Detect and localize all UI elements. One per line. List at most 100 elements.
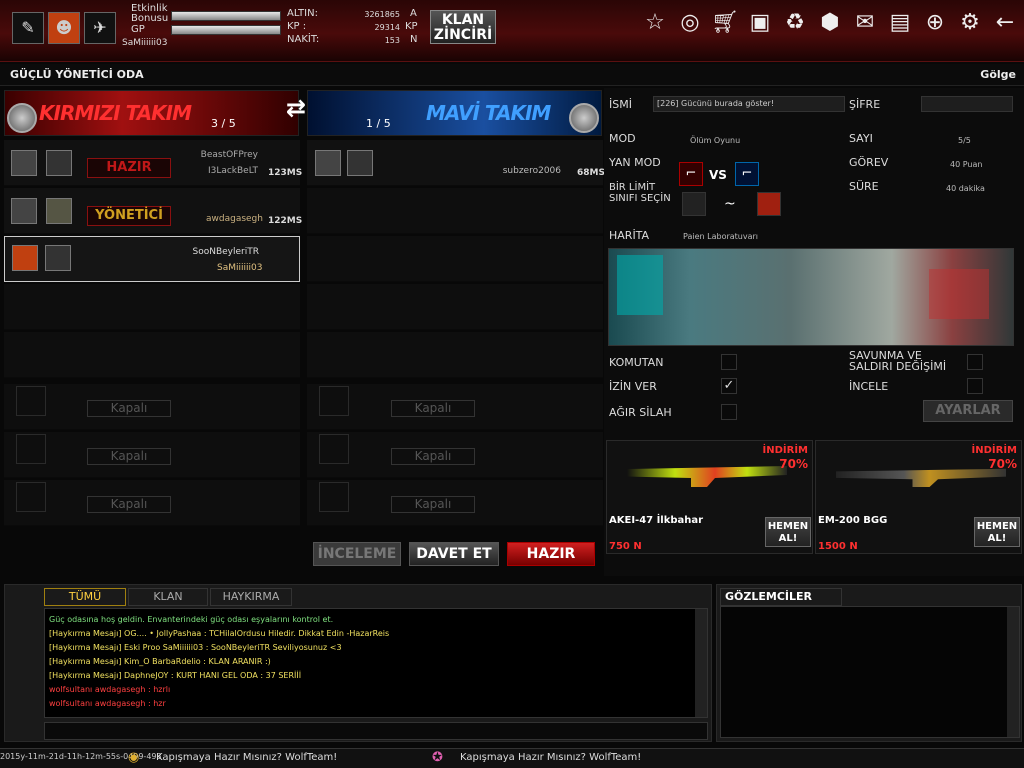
altin-label: ALTIN: [287, 8, 318, 19]
red-slot-4[interactable] [4, 284, 300, 330]
notes-icon[interactable]: ✎ [12, 12, 44, 44]
observers-label: GÖZLEMCİLER [720, 588, 842, 606]
count-label: SAYI [849, 132, 873, 145]
buy-now-button[interactable]: HEMEN AL! [765, 517, 811, 547]
ticker-icon-2: ✪ [432, 750, 443, 765]
blue-slot-1[interactable]: subzero2006 68MS [307, 140, 605, 186]
player-avatar [11, 150, 37, 176]
tab-all[interactable]: TÜMÜ [44, 588, 126, 606]
red-slot-2[interactable]: YÖNETİCİ awdagasegh 122MS [4, 188, 302, 234]
map-preview[interactable] [608, 248, 1014, 346]
swap-checkbox[interactable] [967, 354, 983, 370]
mode-value[interactable]: Ölüm Oyunu [690, 136, 740, 145]
slot-checkbox[interactable] [16, 482, 46, 512]
inspect-checkbox[interactable] [967, 378, 983, 394]
red-slot-3-self[interactable]: SooNBeyleriTR SaMiiiiii03 [4, 236, 300, 282]
map-value[interactable]: Paien Laboratuvarı [683, 232, 758, 241]
red-closed-2[interactable]: Kapalı [4, 432, 300, 478]
closed-label: Kapalı [87, 400, 171, 417]
nakit-value: 153 [384, 36, 400, 45]
shop-item-em200[interactable]: İNDİRİM 70% EM-200 BGG 1500 N HEMEN AL! [815, 440, 1022, 554]
golge-label: Gölge [980, 68, 1016, 81]
buy-now-button[interactable]: HEMEN AL! [974, 517, 1020, 547]
heavy-weapon-checkbox[interactable] [721, 404, 737, 420]
closed-label: Kapalı [87, 448, 171, 465]
inceleme-button[interactable]: İNCELEME [313, 542, 401, 566]
slot-checkbox[interactable] [16, 386, 46, 416]
chat-lines: Güç odasına hoş geldin. Envanterindeki g… [45, 609, 707, 715]
item-price: 1500 N [818, 541, 858, 552]
contacts-icon[interactable]: ▤ [885, 8, 915, 38]
room-name-label: İSMİ [609, 98, 632, 111]
ticker-text-1: Kapışmaya Hazır Mısınız? WolfTeam! [156, 752, 338, 763]
blue-closed-2[interactable]: Kapalı [307, 432, 603, 478]
observers-scrollbar[interactable] [1007, 607, 1019, 737]
gp-label: GP [131, 24, 145, 35]
leader-badge: YÖNETİCİ [87, 206, 171, 226]
settings-button[interactable]: AYARLAR [923, 400, 1013, 422]
player-clan: I3LackBeLT [207, 166, 258, 176]
medal-icon[interactable]: ◎ [675, 8, 705, 38]
back-arrow-icon[interactable]: ← [990, 8, 1020, 38]
ping-value: 123MS [268, 168, 303, 178]
blue-slot-4[interactable] [307, 284, 603, 330]
mail-icon[interactable]: ✉ [850, 8, 880, 38]
heavy-weapon-label: AĞIR SİLAH [609, 406, 672, 419]
invite-button[interactable]: DAVET ET [409, 542, 499, 566]
recycle-icon[interactable]: ♻ [780, 8, 810, 38]
slot-checkbox[interactable] [16, 434, 46, 464]
briefcase-icon[interactable]: ▣ [745, 8, 775, 38]
room-name-input[interactable]: [226] Gücünü burada göster! [653, 96, 845, 112]
star-icon[interactable]: ☆ [640, 8, 670, 38]
blue-slot-3[interactable] [307, 236, 603, 282]
red-closed-3[interactable]: Kapalı [4, 480, 300, 526]
blue-slot-2[interactable] [307, 188, 603, 234]
time-label: SÜRE [849, 180, 879, 193]
rank-icon [45, 245, 71, 271]
red-slot-1[interactable]: HAZIR BeastOFPrey I3LackBeLT 123MS [4, 140, 303, 186]
blue-pistol-icon[interactable]: ⌐ [735, 162, 759, 186]
red-pistol-icon[interactable]: ⌐ [679, 162, 703, 186]
swap-teams-icon[interactable]: ⇄ [286, 94, 306, 122]
player-avatar [315, 150, 341, 176]
cart-icon[interactable]: 🛒︎ [710, 8, 740, 38]
rank-icon [46, 150, 72, 176]
slot-checkbox[interactable] [319, 482, 349, 512]
nakit-unit: N [410, 34, 418, 45]
avatar[interactable]: ☻ [48, 12, 80, 44]
klan-zinciri-button[interactable]: KLAN ZİNCİRİ [430, 10, 496, 44]
map-door [617, 255, 663, 315]
commander-checkbox[interactable] [721, 354, 737, 370]
slot-checkbox[interactable] [319, 386, 349, 416]
blue-closed-3[interactable]: Kapalı [307, 480, 603, 526]
event-bonus-label: Etkinlik Bonusu [131, 3, 169, 24]
chat-scrollbar[interactable] [695, 609, 707, 717]
nakit-label: NAKİT: [287, 34, 320, 45]
tab-clan[interactable]: KLAN [128, 588, 208, 606]
tab-shout[interactable]: HAYKIRMA [210, 588, 292, 606]
globe-icon[interactable]: ⊕ [920, 8, 950, 38]
blue-closed-1[interactable]: Kapalı [307, 384, 603, 430]
swap-label: SAVUNMA VE SALDIRI DEĞİŞİMİ [849, 349, 947, 373]
blue-team-header: 1 / 5 MAVİ TAKIM [307, 90, 602, 136]
mission-value[interactable]: 40 Puan [950, 160, 982, 169]
limit-max-icon[interactable] [757, 192, 781, 216]
ready-button[interactable]: HAZIR [507, 542, 595, 566]
chat-input[interactable] [44, 722, 708, 740]
time-value[interactable]: 40 dakika [946, 184, 985, 193]
gear-icon[interactable]: ⚙ [955, 8, 985, 38]
blue-slot-5[interactable] [307, 332, 603, 378]
player-name: BeastOFPrey [200, 150, 258, 160]
limit-min-icon[interactable] [682, 192, 706, 216]
box-icon[interactable]: ⬢ [815, 8, 845, 38]
shop-item-akei47[interactable]: İNDİRİM 70% AKEI-47 İlkbahar 750 N HEMEN… [606, 440, 813, 554]
player-avatar [11, 198, 37, 224]
count-value[interactable]: 5/5 [958, 136, 971, 145]
password-input[interactable] [921, 96, 1013, 112]
limit-class-label: BİR LİMİT SINIFI SEÇİN [609, 182, 671, 204]
player-name: awdagasegh [206, 214, 263, 224]
allow-checkbox[interactable]: ✓ [721, 378, 737, 394]
red-slot-5[interactable] [4, 332, 300, 378]
slot-checkbox[interactable] [319, 434, 349, 464]
red-closed-1[interactable]: Kapalı [4, 384, 300, 430]
